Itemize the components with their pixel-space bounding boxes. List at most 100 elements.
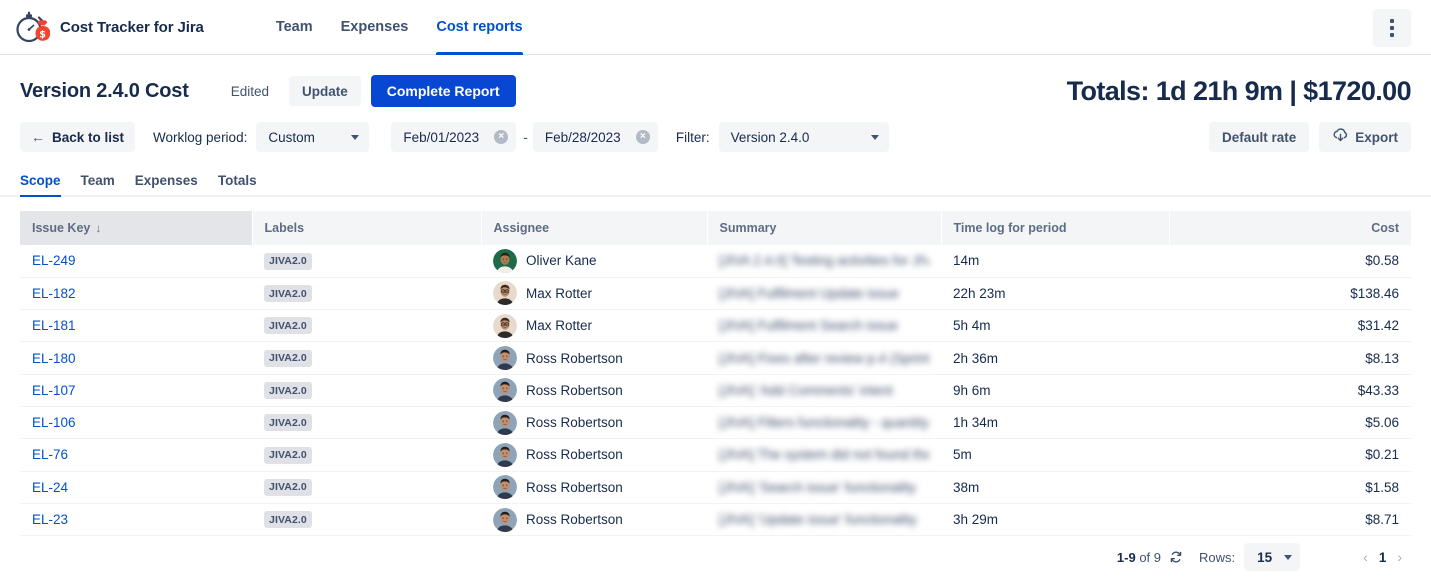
summary-text-redacted: [JIVA] 'Add Comments' intent <box>719 383 929 398</box>
cell-labels: JIVA2.0 <box>252 503 481 535</box>
table-row[interactable]: EL-24JIVA2.0Ross Robertson[JIVA] 'Search… <box>20 471 1411 503</box>
assignee-name: Ross Robertson <box>526 447 623 462</box>
worklog-period-label: Worklog period: <box>153 130 247 145</box>
cell-issue-key: EL-76 <box>20 439 252 471</box>
column-header-labels[interactable]: Labels <box>252 211 481 245</box>
issue-key-link[interactable]: EL-181 <box>32 318 76 333</box>
column-header-cost[interactable]: Cost <box>1169 211 1411 245</box>
avatar <box>493 281 517 305</box>
nav-tab-cost-reports[interactable]: Cost reports <box>422 0 536 55</box>
table-row[interactable]: EL-182JIVA2.0Max Rotter[JIVA] Fulfilment… <box>20 277 1411 309</box>
cell-summary: [JIVA] Fulfilment Update issue <box>707 277 941 309</box>
table-row[interactable]: EL-181 JIVA2.0Max Rotter [JIVA] Fulfilment… <box>20 310 1411 342</box>
arrow-down-icon: ↓ <box>95 221 101 235</box>
clear-circle-icon[interactable]: × <box>636 130 650 144</box>
page-navigation: ‹ 1 › <box>1354 549 1411 565</box>
issue-key-link[interactable]: EL-24 <box>32 480 68 495</box>
table-header-row: Issue Key↓ Labels Assignee Summary Time … <box>20 211 1411 245</box>
cell-assignee: Ross Robertson <box>481 503 707 535</box>
summary-text-redacted: [JIVA 2.4.0] Testing activities for JIVA… <box>719 253 929 268</box>
issue-key-link[interactable]: EL-106 <box>32 415 76 430</box>
worklog-period-value: Custom <box>268 130 315 145</box>
chevron-right-icon[interactable]: › <box>1388 549 1411 565</box>
column-header-time-log[interactable]: Time log for period <box>941 211 1169 245</box>
main-nav-tabs: Team Expenses Cost reports <box>262 0 537 55</box>
date-to-input[interactable]: Feb/28/2023 × <box>533 122 658 152</box>
cell-assignee: Max Rotter <box>481 277 707 309</box>
filter-select[interactable]: Version 2.4.0 <box>719 122 889 152</box>
subtab-totals[interactable]: Totals <box>208 173 267 195</box>
label-badge: JIVA2.0 <box>264 253 312 270</box>
issue-key-link[interactable]: EL-182 <box>32 286 76 301</box>
back-to-list-button[interactable]: ← Back to list <box>20 122 135 152</box>
pagination-range: 1-9 of 9 <box>1117 550 1161 565</box>
table-row[interactable]: EL-107JIVA2.0Ross Robertson[JIVA] 'Add C… <box>20 374 1411 406</box>
clear-circle-icon[interactable]: × <box>494 130 508 144</box>
table-row[interactable]: EL-76JIVA2.0Ross Robertson[JIVA] The sys… <box>20 439 1411 471</box>
chevron-left-icon[interactable]: ‹ <box>1354 549 1377 565</box>
more-vertical-icon[interactable] <box>1373 9 1411 47</box>
pagination-total: of 9 <box>1136 550 1161 565</box>
summary-text-redacted: [JIVA] Fulfilment Update issue <box>719 286 929 301</box>
subtab-expenses[interactable]: Expenses <box>125 173 208 195</box>
cell-issue-key: EL-249 <box>20 245 252 277</box>
issue-key-link[interactable]: EL-107 <box>32 383 76 398</box>
table-head: Issue Key↓ Labels Assignee Summary Time … <box>20 211 1411 245</box>
subtab-scope[interactable]: Scope <box>20 173 71 195</box>
issue-key-link[interactable]: EL-76 <box>32 447 68 462</box>
cell-time-log: 2h 36m <box>941 342 1169 374</box>
back-to-list-label: Back to list <box>52 130 124 145</box>
table-row[interactable]: EL-249JIVA2.0Oliver Kane[JIVA 2.4.0] Tes… <box>20 245 1411 277</box>
scope-table: Issue Key↓ Labels Assignee Summary Time … <box>20 211 1411 536</box>
cell-time-log: 5m <box>941 439 1169 471</box>
nav-tab-expenses[interactable]: Expenses <box>327 0 423 55</box>
default-rate-button[interactable]: Default rate <box>1209 122 1309 152</box>
avatar <box>493 249 517 273</box>
issue-key-link[interactable]: EL-249 <box>32 253 76 268</box>
cell-issue-key: EL-182 <box>20 277 252 309</box>
export-button[interactable]: Export <box>1319 122 1411 152</box>
cell-time-log: 1h 34m <box>941 406 1169 438</box>
cell-labels: JIVA2.0 <box>252 471 481 503</box>
subtab-team[interactable]: Team <box>71 173 125 195</box>
pagination-range-value: 1-9 <box>1117 550 1136 565</box>
cell-time-log: 14m <box>941 245 1169 277</box>
complete-report-button[interactable]: Complete Report <box>371 75 516 107</box>
cell-labels: JIVA2.0 <box>252 406 481 438</box>
nav-tab-team[interactable]: Team <box>262 0 327 55</box>
assignee-name: Max Rotter <box>526 286 592 301</box>
summary-text-redacted: [JIVA] Fixes after review p.4 (Sprint 17… <box>719 351 929 366</box>
issue-key-link[interactable]: EL-23 <box>32 512 68 527</box>
table-row[interactable]: EL-180JIVA2.0Ross Robertson[JIVA] Fixes … <box>20 342 1411 374</box>
refresh-icon[interactable] <box>1169 550 1183 564</box>
column-header-issue-key[interactable]: Issue Key↓ <box>20 211 252 245</box>
report-subtabs: Scope Team Expenses Totals <box>0 169 1431 197</box>
scope-table-container: Issue Key↓ Labels Assignee Summary Time … <box>0 211 1431 536</box>
cell-labels: JIVA2.0 <box>252 310 481 342</box>
assignee-name: Ross Robertson <box>526 351 623 366</box>
cell-assignee: Max Rotter <box>481 310 707 342</box>
column-header-summary[interactable]: Summary <box>707 211 941 245</box>
worklog-period-select[interactable]: Custom <box>256 122 369 152</box>
summary-text-redacted: [JIVA] Fulfilment Search issue <box>719 318 929 333</box>
date-from-input[interactable]: Feb/01/2023 × <box>391 122 516 152</box>
issue-key-link[interactable]: EL-180 <box>32 351 76 366</box>
rows-per-page-select[interactable]: 15 <box>1244 543 1300 571</box>
cell-cost: $8.13 <box>1169 342 1411 374</box>
avatar <box>493 346 517 370</box>
column-header-assignee[interactable]: Assignee <box>481 211 707 245</box>
cell-summary: [JIVA] Fixes after review p.4 (Sprint 17… <box>707 342 941 374</box>
cell-time-log: 9h 6m <box>941 374 1169 406</box>
cell-assignee: Ross Robertson <box>481 471 707 503</box>
cell-summary: [JIVA] 'Add Comments' intent <box>707 374 941 406</box>
cell-labels: JIVA2.0 <box>252 245 481 277</box>
date-range-separator: - <box>523 130 528 145</box>
top-navigation-bar: $ Cost Tracker for Jira Team Expenses Co… <box>0 0 1431 55</box>
toolbar-actions: Default rate Export <box>1209 122 1411 152</box>
cell-time-log: 22h 23m <box>941 277 1169 309</box>
table-row[interactable]: EL-23JIVA2.0Ross Robertson[JIVA] 'Update… <box>20 503 1411 535</box>
label-badge: JIVA2.0 <box>264 382 312 399</box>
update-button[interactable]: Update <box>289 76 361 106</box>
table-row[interactable]: EL-106JIVA2.0Ross Robertson[JIVA] Filter… <box>20 406 1411 438</box>
page-number-1[interactable]: 1 <box>1377 550 1389 565</box>
